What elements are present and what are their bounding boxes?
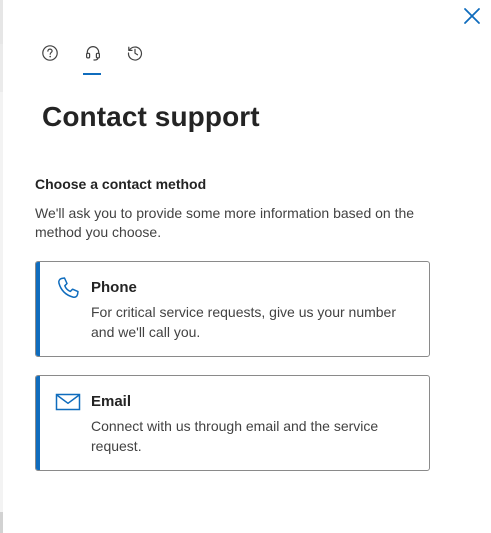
email-contact-option[interactable]: Email Connect with us through email and … (35, 375, 430, 471)
section-heading: Choose a contact method (35, 176, 207, 192)
phone-icon (58, 277, 79, 298)
background-segment (0, 92, 3, 512)
tab-history[interactable] (123, 40, 147, 76)
phone-contact-option[interactable]: Phone For critical service requests, giv… (35, 261, 430, 357)
tab-contact-support[interactable] (81, 40, 105, 76)
page-title: Contact support (42, 101, 260, 132)
mail-icon (55, 393, 81, 411)
card-accent-bar (36, 262, 40, 356)
phone-option-description: For critical service requests, give us y… (91, 304, 396, 340)
section-description: We'll ask you to provide some more infor… (35, 205, 415, 240)
history-icon (127, 46, 143, 61)
tab-help[interactable] (38, 40, 62, 76)
selected-tab-indicator (83, 73, 101, 75)
close-icon (464, 8, 480, 24)
headset-icon (85, 46, 100, 61)
email-option-description: Connect with us through email and the se… (91, 418, 379, 454)
phone-option-title: Phone (91, 279, 137, 296)
email-option-title: Email (91, 393, 132, 410)
background-segment (0, 0, 3, 44)
question-circle-icon (42, 45, 58, 61)
background-page (0, 0, 3, 533)
card-accent-bar (36, 376, 40, 470)
background-segment (0, 44, 3, 92)
close-button[interactable] (460, 4, 484, 28)
